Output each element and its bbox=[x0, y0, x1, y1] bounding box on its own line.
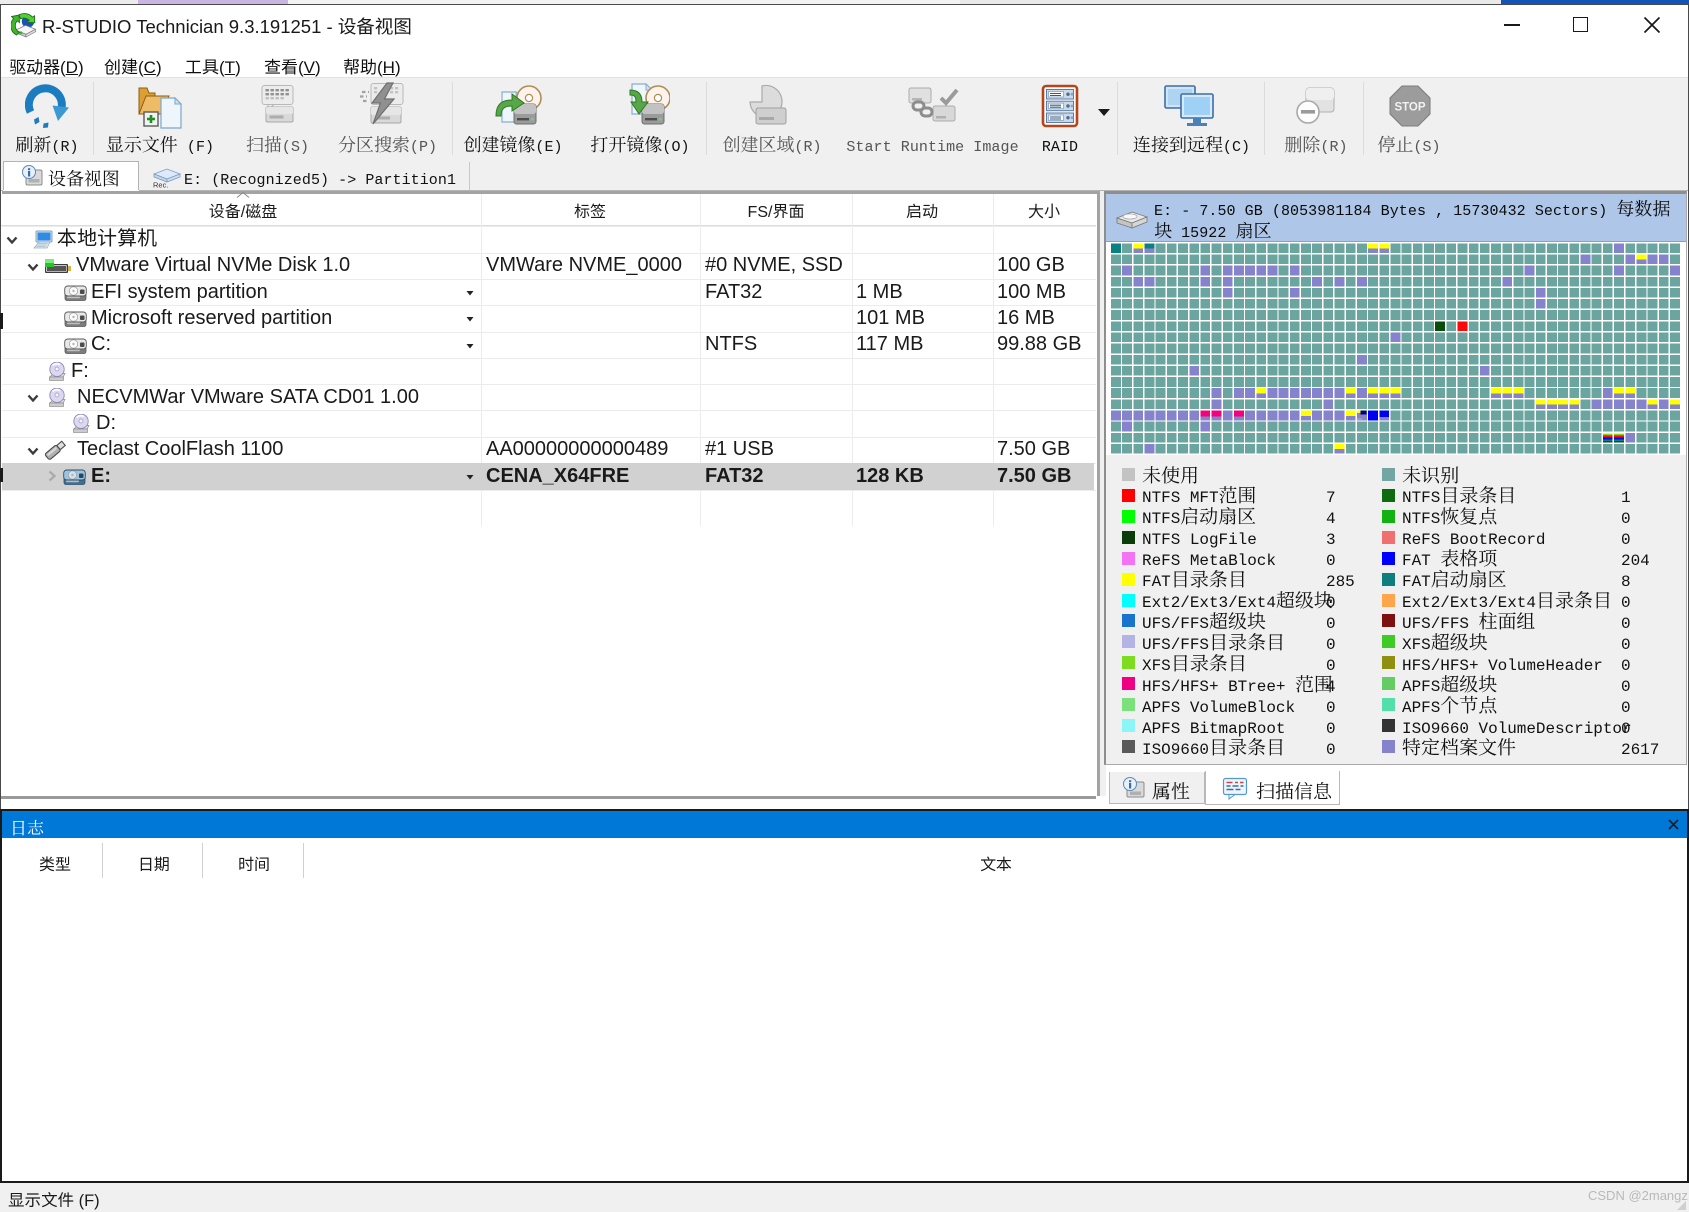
svg-text:STOP: STOP bbox=[1394, 102, 1425, 114]
svg-text:Rec.: Rec. bbox=[153, 181, 168, 189]
